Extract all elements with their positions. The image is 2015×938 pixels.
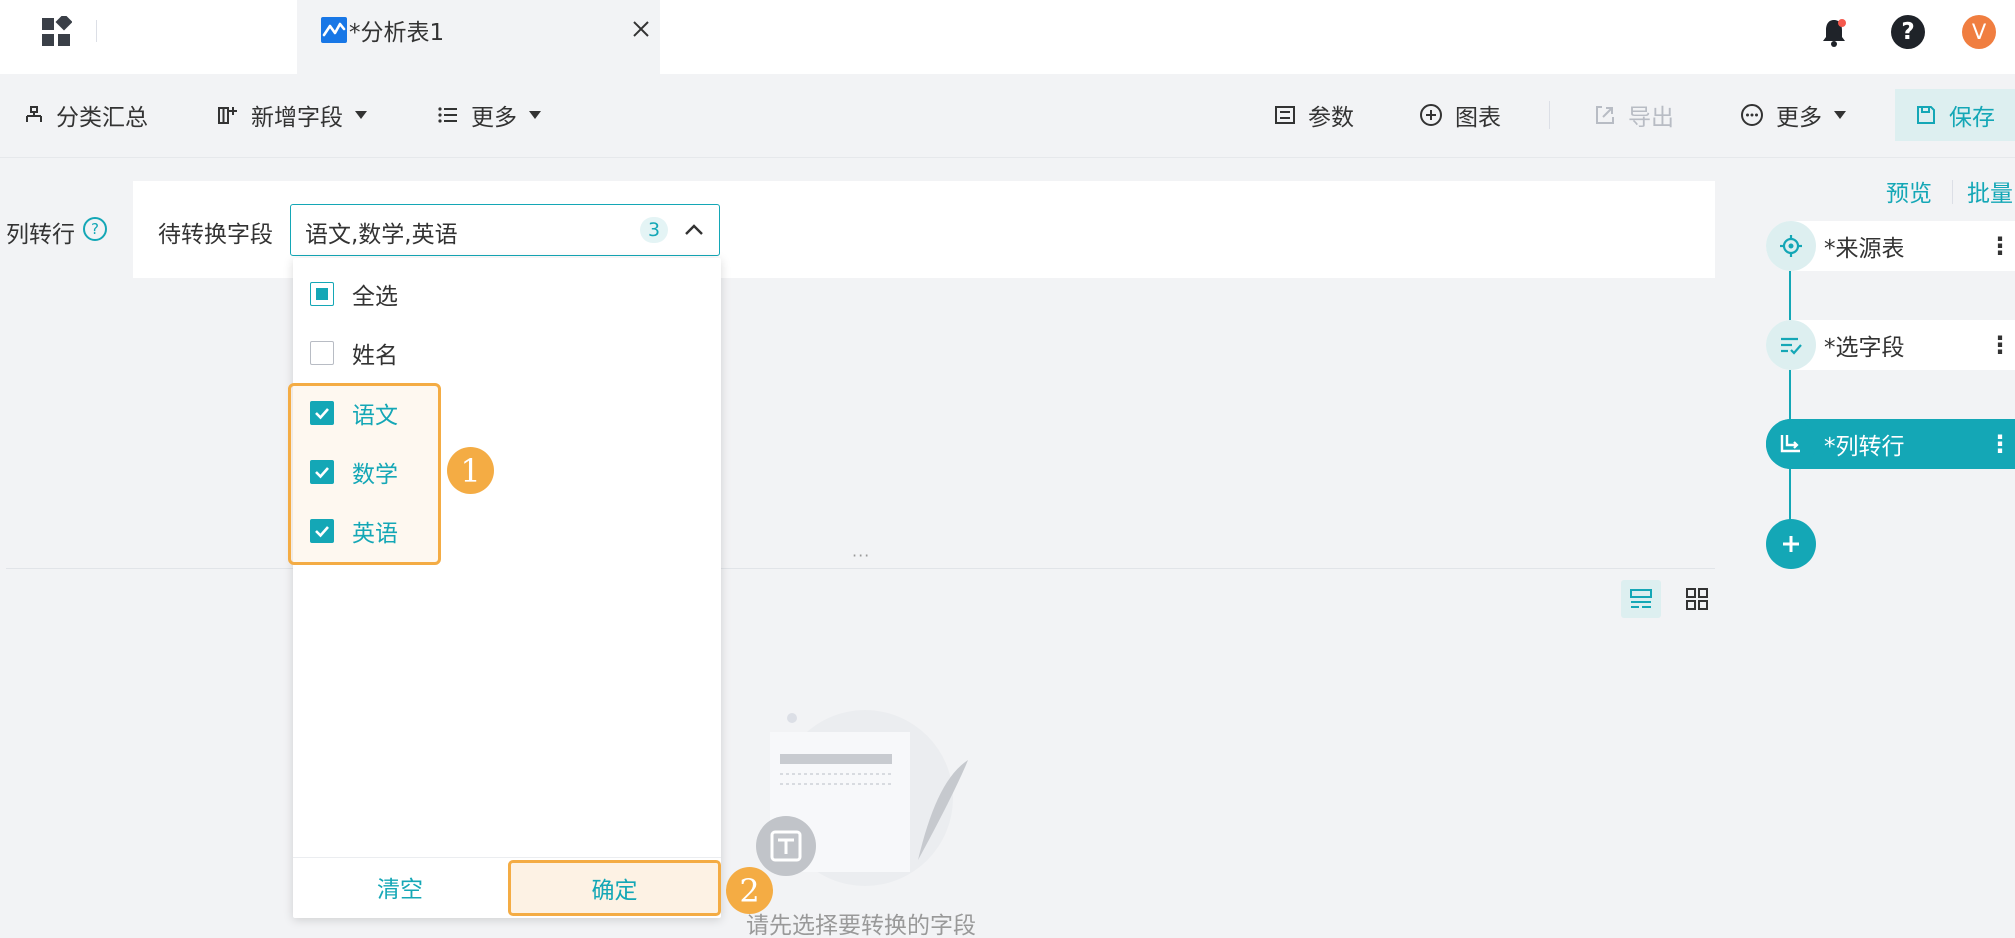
more-vertical-icon[interactable]: ⋮ bbox=[1985, 232, 2015, 260]
save-button[interactable]: 保存 bbox=[1895, 89, 2015, 141]
option-name[interactable]: 姓名 bbox=[310, 338, 398, 369]
option-label: 英语 bbox=[352, 521, 398, 547]
option-english[interactable]: 英语 bbox=[310, 516, 398, 547]
more-right-label: 更多 bbox=[1776, 105, 1822, 131]
tab-title: *分析表1 bbox=[349, 20, 445, 46]
panel-splitter[interactable] bbox=[6, 568, 1715, 569]
more-vertical-icon[interactable]: ⋮ bbox=[1985, 430, 2015, 458]
flow-node-source-table[interactable]: *来源表 ⋮ bbox=[1766, 221, 2015, 271]
splitter-handle[interactable]: ··· bbox=[852, 546, 870, 565]
dropdown-footer-divider bbox=[293, 857, 721, 858]
caret-down-icon bbox=[529, 111, 541, 119]
more-left-label: 更多 bbox=[471, 105, 517, 131]
plus-icon bbox=[1783, 536, 1799, 552]
chevron-up-icon[interactable] bbox=[682, 218, 706, 242]
flow-connector-line bbox=[1789, 246, 1791, 544]
add-column-icon bbox=[218, 107, 237, 124]
caret-down-icon bbox=[1834, 111, 1846, 119]
add-node-button[interactable] bbox=[1766, 519, 1816, 569]
annotation-badge-2: 2 bbox=[726, 867, 773, 914]
batch-link[interactable]: 批量 bbox=[1967, 174, 2013, 208]
help-icon[interactable]: ? bbox=[1891, 15, 1925, 49]
flow-node-label: *列转行 bbox=[1824, 434, 1905, 460]
params-button[interactable]: 参数 bbox=[1274, 97, 1354, 133]
flow-node-label: *选字段 bbox=[1824, 335, 1905, 361]
tab-separator bbox=[96, 20, 97, 42]
checkbox-checked[interactable] bbox=[310, 401, 334, 425]
checkbox-checked[interactable] bbox=[310, 460, 334, 484]
add-field-label: 新增字段 bbox=[251, 105, 343, 131]
field-label: 待转换字段 bbox=[158, 222, 273, 248]
flow-node-select-fields[interactable]: *选字段 ⋮ bbox=[1766, 320, 2015, 370]
checkbox-checked[interactable] bbox=[310, 519, 334, 543]
caret-down-icon bbox=[355, 111, 367, 119]
params-icon bbox=[1275, 106, 1295, 124]
target-icon bbox=[1766, 221, 1816, 271]
more-menu-left-button[interactable]: 更多 bbox=[437, 97, 541, 133]
empty-state-text: 请先选择要转换的字段 bbox=[746, 913, 976, 938]
save-label: 保存 bbox=[1949, 105, 1995, 131]
check-icon bbox=[315, 408, 329, 420]
add-field-button[interactable]: 新增字段 bbox=[217, 97, 367, 133]
checkbox[interactable] bbox=[310, 341, 334, 365]
list-icon bbox=[438, 107, 457, 123]
more-circle-icon bbox=[1741, 104, 1763, 126]
apps-grid-icon[interactable] bbox=[40, 13, 73, 48]
checkbox-partial[interactable] bbox=[310, 282, 334, 306]
flow-link-separator bbox=[1952, 180, 1953, 204]
group-summary-button[interactable]: 分类汇总 bbox=[24, 97, 148, 133]
more-vertical-icon[interactable]: ⋮ bbox=[1985, 331, 2015, 359]
export-icon bbox=[1596, 106, 1614, 124]
option-label: 语文 bbox=[352, 403, 398, 429]
group-summary-label: 分类汇总 bbox=[56, 105, 148, 131]
analysis-table-icon bbox=[321, 17, 347, 43]
chart-label: 图表 bbox=[1455, 105, 1501, 131]
confirm-button[interactable]: 确定 bbox=[508, 860, 721, 916]
grid-view-icon[interactable] bbox=[1677, 580, 1717, 618]
pivot-icon bbox=[1766, 419, 1816, 469]
check-icon bbox=[315, 526, 329, 538]
flow-node-label: *来源表 bbox=[1824, 236, 1905, 262]
toolbar-divider bbox=[1549, 101, 1550, 129]
option-label: 全选 bbox=[352, 284, 398, 310]
selected-count-badge: 3 bbox=[640, 217, 668, 243]
clear-button[interactable]: 清空 bbox=[293, 860, 507, 914]
option-math[interactable]: 数学 bbox=[310, 457, 398, 488]
annotation-badge-1: 1 bbox=[447, 447, 494, 494]
flow-node-column-to-row[interactable]: *列转行 ⋮ bbox=[1766, 419, 2015, 469]
hierarchy-icon bbox=[26, 106, 42, 122]
option-label: 数学 bbox=[352, 462, 398, 488]
more-menu-right-button[interactable]: 更多 bbox=[1740, 97, 1846, 133]
avatar[interactable]: V bbox=[1962, 15, 1996, 49]
option-chinese[interactable]: 语文 bbox=[310, 398, 398, 429]
export-label: 导出 bbox=[1628, 105, 1674, 131]
close-icon[interactable] bbox=[630, 18, 652, 40]
params-label: 参数 bbox=[1308, 105, 1354, 131]
list-view-icon[interactable] bbox=[1621, 580, 1661, 618]
step-title: 列转行 bbox=[6, 222, 75, 248]
chart-button[interactable]: 图表 bbox=[1419, 97, 1501, 133]
option-select-all[interactable]: 全选 bbox=[310, 279, 398, 310]
check-icon bbox=[315, 467, 329, 479]
field-select-value: 语文,数学,英语 bbox=[305, 222, 458, 248]
empty-state-illustration bbox=[740, 700, 980, 890]
export-button[interactable]: 导出 bbox=[1594, 97, 1674, 133]
question-icon[interactable]: ? bbox=[83, 217, 107, 241]
option-label: 姓名 bbox=[352, 343, 398, 369]
save-icon bbox=[1917, 106, 1935, 124]
preview-link[interactable]: 预览 bbox=[1886, 174, 1932, 208]
field-select-icon bbox=[1766, 320, 1816, 370]
bell-icon[interactable] bbox=[1817, 16, 1851, 50]
plus-circle-icon bbox=[1420, 104, 1442, 126]
